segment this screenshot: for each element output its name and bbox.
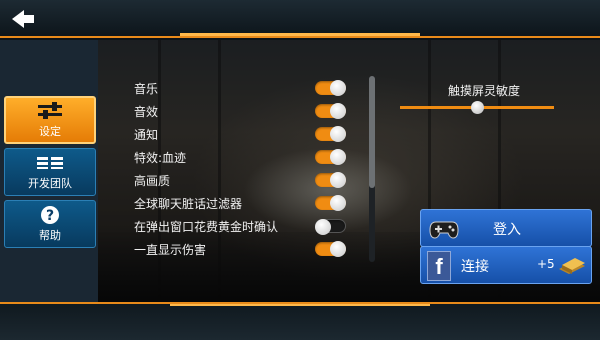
- gold-confirm-toggle[interactable]: [315, 219, 346, 235]
- scrollbar-thumb[interactable]: [369, 76, 375, 188]
- svg-text:?: ?: [46, 208, 54, 224]
- toggle-knob: [330, 241, 346, 257]
- sensitivity-label: 触摸屏灵敏度: [447, 84, 520, 98]
- setting-label: 高画质: [134, 174, 171, 188]
- reward-amount: +5: [537, 257, 555, 271]
- help-icon: ?: [36, 205, 64, 224]
- gold-bar-icon: [559, 258, 585, 274]
- sidebar-item-label: 开发团队: [28, 176, 72, 190]
- back-button[interactable]: [10, 8, 36, 30]
- toggle-knob: [315, 219, 331, 235]
- facebook-connect-button[interactable]: f 连接 +5: [420, 246, 592, 284]
- login-button-label: 登入: [493, 222, 521, 238]
- setting-row-show-damage: 一直显示伤害: [134, 238, 346, 260]
- toggle-knob: [330, 103, 346, 119]
- slider-knob[interactable]: [470, 101, 484, 114]
- setting-label: 一直显示伤害: [134, 243, 207, 257]
- toggle-knob: [330, 195, 346, 211]
- gamepad-icon: [429, 221, 459, 239]
- top-divider-glow: [180, 33, 420, 36]
- bottom-bar: [0, 302, 600, 340]
- setting-row-sound-effects: 音效: [134, 100, 346, 122]
- setting-label: 音效: [134, 105, 159, 119]
- notifications-toggle[interactable]: [315, 126, 346, 142]
- setting-label: 全球聊天脏话过滤器: [134, 197, 243, 211]
- high-quality-toggle[interactable]: [315, 172, 346, 188]
- team-icon: [36, 154, 64, 172]
- bottom-divider-glow: [170, 304, 430, 306]
- login-button[interactable]: 登入: [420, 209, 592, 247]
- setting-row-blood-effects: 特效:血迹: [134, 146, 346, 168]
- sidebar-item-help[interactable]: ? 帮助: [4, 200, 96, 248]
- blood-effects-toggle[interactable]: [315, 149, 346, 165]
- sliders-icon: [36, 101, 64, 120]
- setting-row-notifications: 通知: [134, 123, 346, 145]
- sound-effects-toggle[interactable]: [315, 103, 346, 119]
- connect-button-label: 连接: [461, 259, 489, 275]
- back-arrow-icon: [12, 10, 34, 28]
- setting-label: 在弹出窗口花费黄金时确认: [134, 220, 279, 234]
- toggle-knob: [330, 126, 346, 142]
- setting-label: 通知: [134, 128, 159, 142]
- toggle-knob: [330, 80, 346, 96]
- setting-row-high-quality: 高画质: [134, 169, 346, 191]
- sidebar-item-label: 帮助: [39, 228, 61, 242]
- sensitivity-slider[interactable]: [400, 101, 554, 115]
- sidebar-item-dev-team[interactable]: 开发团队: [4, 148, 96, 196]
- music-toggle[interactable]: [315, 80, 346, 96]
- settings-screen: 设定 开发团队 ? 帮助 音乐 音效 通知 特效:血迹 高画质 全球聊天脏话过滤…: [0, 0, 600, 340]
- setting-label: 特效:血迹: [134, 151, 187, 165]
- setting-row-chat-filter: 全球聊天脏话过滤器: [134, 192, 346, 214]
- sidebar-item-settings[interactable]: 设定: [4, 96, 96, 144]
- setting-label: 音乐: [134, 82, 159, 96]
- top-divider: [0, 36, 600, 38]
- toggle-knob: [330, 172, 346, 188]
- show-damage-toggle[interactable]: [315, 241, 346, 257]
- chat-filter-toggle[interactable]: [315, 195, 346, 211]
- sidebar: 设定 开发团队 ? 帮助: [0, 40, 98, 302]
- facebook-icon: f: [427, 251, 451, 281]
- toggle-knob: [330, 149, 346, 165]
- setting-row-gold-confirm: 在弹出窗口花费黄金时确认: [134, 215, 346, 237]
- sidebar-item-label: 设定: [39, 124, 61, 138]
- settings-scrollbar[interactable]: [369, 76, 375, 262]
- setting-row-music: 音乐: [134, 77, 346, 99]
